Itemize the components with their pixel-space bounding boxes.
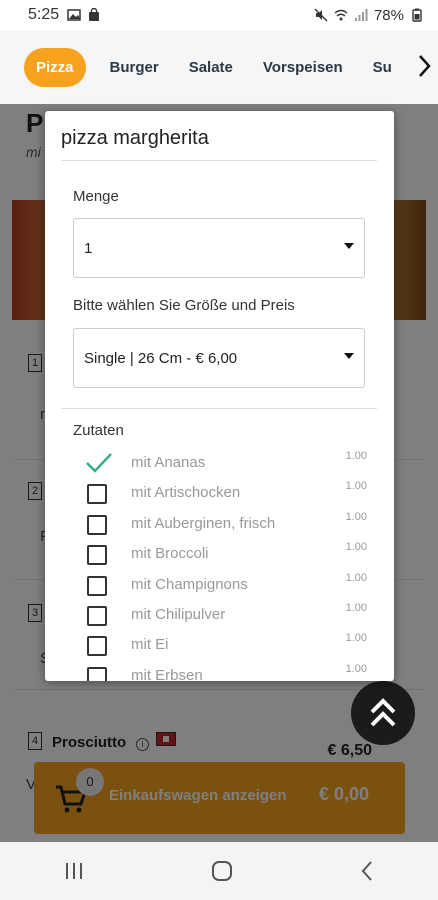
checkbox[interactable]: [87, 514, 107, 535]
quantity-label: Menge: [73, 188, 119, 205]
quantity-select[interactable]: 1: [73, 218, 365, 278]
system-nav-bar: [0, 842, 438, 900]
ingredient-price: 1.00: [345, 662, 367, 675]
ingredient-name: mit Erbsen: [131, 666, 203, 681]
bag-icon: [89, 8, 100, 21]
nav-next-arrow[interactable]: [410, 46, 438, 86]
checkbox[interactable]: [87, 545, 107, 566]
ingredient-price: 1.00: [345, 450, 367, 462]
ingredient-name: mit Auberginen, frisch: [131, 514, 276, 532]
category-nav: Pizza Burger Salate Vorspeisen Su: [0, 30, 438, 104]
wifi-icon: [334, 9, 348, 21]
scroll-top-button[interactable]: [351, 681, 415, 745]
tab-vorspeisen[interactable]: Vorspeisen: [263, 59, 343, 76]
size-select[interactable]: Single | 26 Cm - € 6,00: [73, 328, 365, 388]
divider: [61, 160, 377, 161]
checkbox[interactable]: [87, 666, 107, 681]
ingredient-name: mit Chilipulver: [131, 606, 226, 623]
ingredient-price: 1.00: [345, 480, 367, 493]
signal-icon: [354, 9, 368, 21]
ingredient-option[interactable]: mit Chilipulver 1.00: [87, 602, 367, 632]
mute-icon: [314, 8, 328, 22]
ingredient-option[interactable]: mit Broccoli 1.00: [87, 541, 367, 571]
battery-icon: [412, 8, 422, 22]
ingredient-name: mit Broccoli: [131, 545, 209, 563]
ingredient-price: 1.00: [345, 602, 367, 614]
tab-burger[interactable]: Burger: [110, 59, 159, 76]
ingredient-option[interactable]: mit Artischocken 1.00: [87, 480, 367, 510]
ingredient-price: 1.00: [345, 510, 367, 523]
ingredients-label: Zutaten: [73, 422, 124, 439]
ingredient-option[interactable]: mit Auberginen, frisch 1.00: [87, 511, 367, 541]
checkbox[interactable]: [87, 575, 107, 596]
status-bar: 5:25 78%: [0, 0, 438, 30]
checkbox[interactable]: [87, 606, 107, 626]
checkbox[interactable]: [87, 484, 107, 505]
checkmark-icon[interactable]: [86, 453, 112, 474]
ingredient-price: 1.00: [345, 571, 367, 584]
ingredient-option[interactable]: mit Ei 1.00: [87, 632, 367, 662]
tab-salate[interactable]: Salate: [189, 59, 233, 76]
recent-apps-icon[interactable]: [63, 862, 85, 880]
ingredient-option[interactable]: mit Erbsen 1.00: [87, 663, 367, 681]
dialog-title: pizza margherita: [61, 127, 209, 149]
ingredient-price: 1.00: [345, 632, 367, 645]
back-icon[interactable]: [359, 860, 375, 882]
size-value: Single | 26 Cm - € 6,00: [84, 349, 238, 367]
caret-down-icon: [344, 243, 354, 249]
ingredient-name: mit Artischocken: [131, 484, 241, 502]
caret-down-icon: [344, 353, 354, 359]
tab-suppen[interactable]: Su: [373, 59, 392, 76]
ingredient-option[interactable]: mit Ananas 1.00: [86, 450, 367, 480]
battery-percent: 78%: [373, 6, 404, 24]
double-chevron-up-icon: [370, 698, 396, 727]
tab-pizza[interactable]: Pizza: [24, 47, 86, 87]
status-time: 5:25: [28, 6, 60, 23]
quantity-value: 1: [84, 239, 93, 257]
size-label: Bitte wählen Sie Größe und Preis: [73, 297, 295, 314]
ingredient-price: 1.00: [345, 541, 367, 554]
ingredient-option[interactable]: mit Champignons 1.00: [87, 572, 367, 602]
ingredient-name: mit Champignons: [131, 575, 248, 593]
image-icon: [67, 9, 81, 21]
product-options-dialog: pizza margherita Menge 1 Bitte wählen Si…: [45, 111, 394, 681]
home-icon[interactable]: [211, 860, 233, 882]
ingredient-name: mit Ananas: [131, 454, 206, 471]
chevron-right-icon: [419, 55, 431, 77]
checkbox[interactable]: [87, 636, 107, 657]
divider: [61, 408, 377, 409]
ingredient-name: mit Ei: [131, 636, 169, 654]
